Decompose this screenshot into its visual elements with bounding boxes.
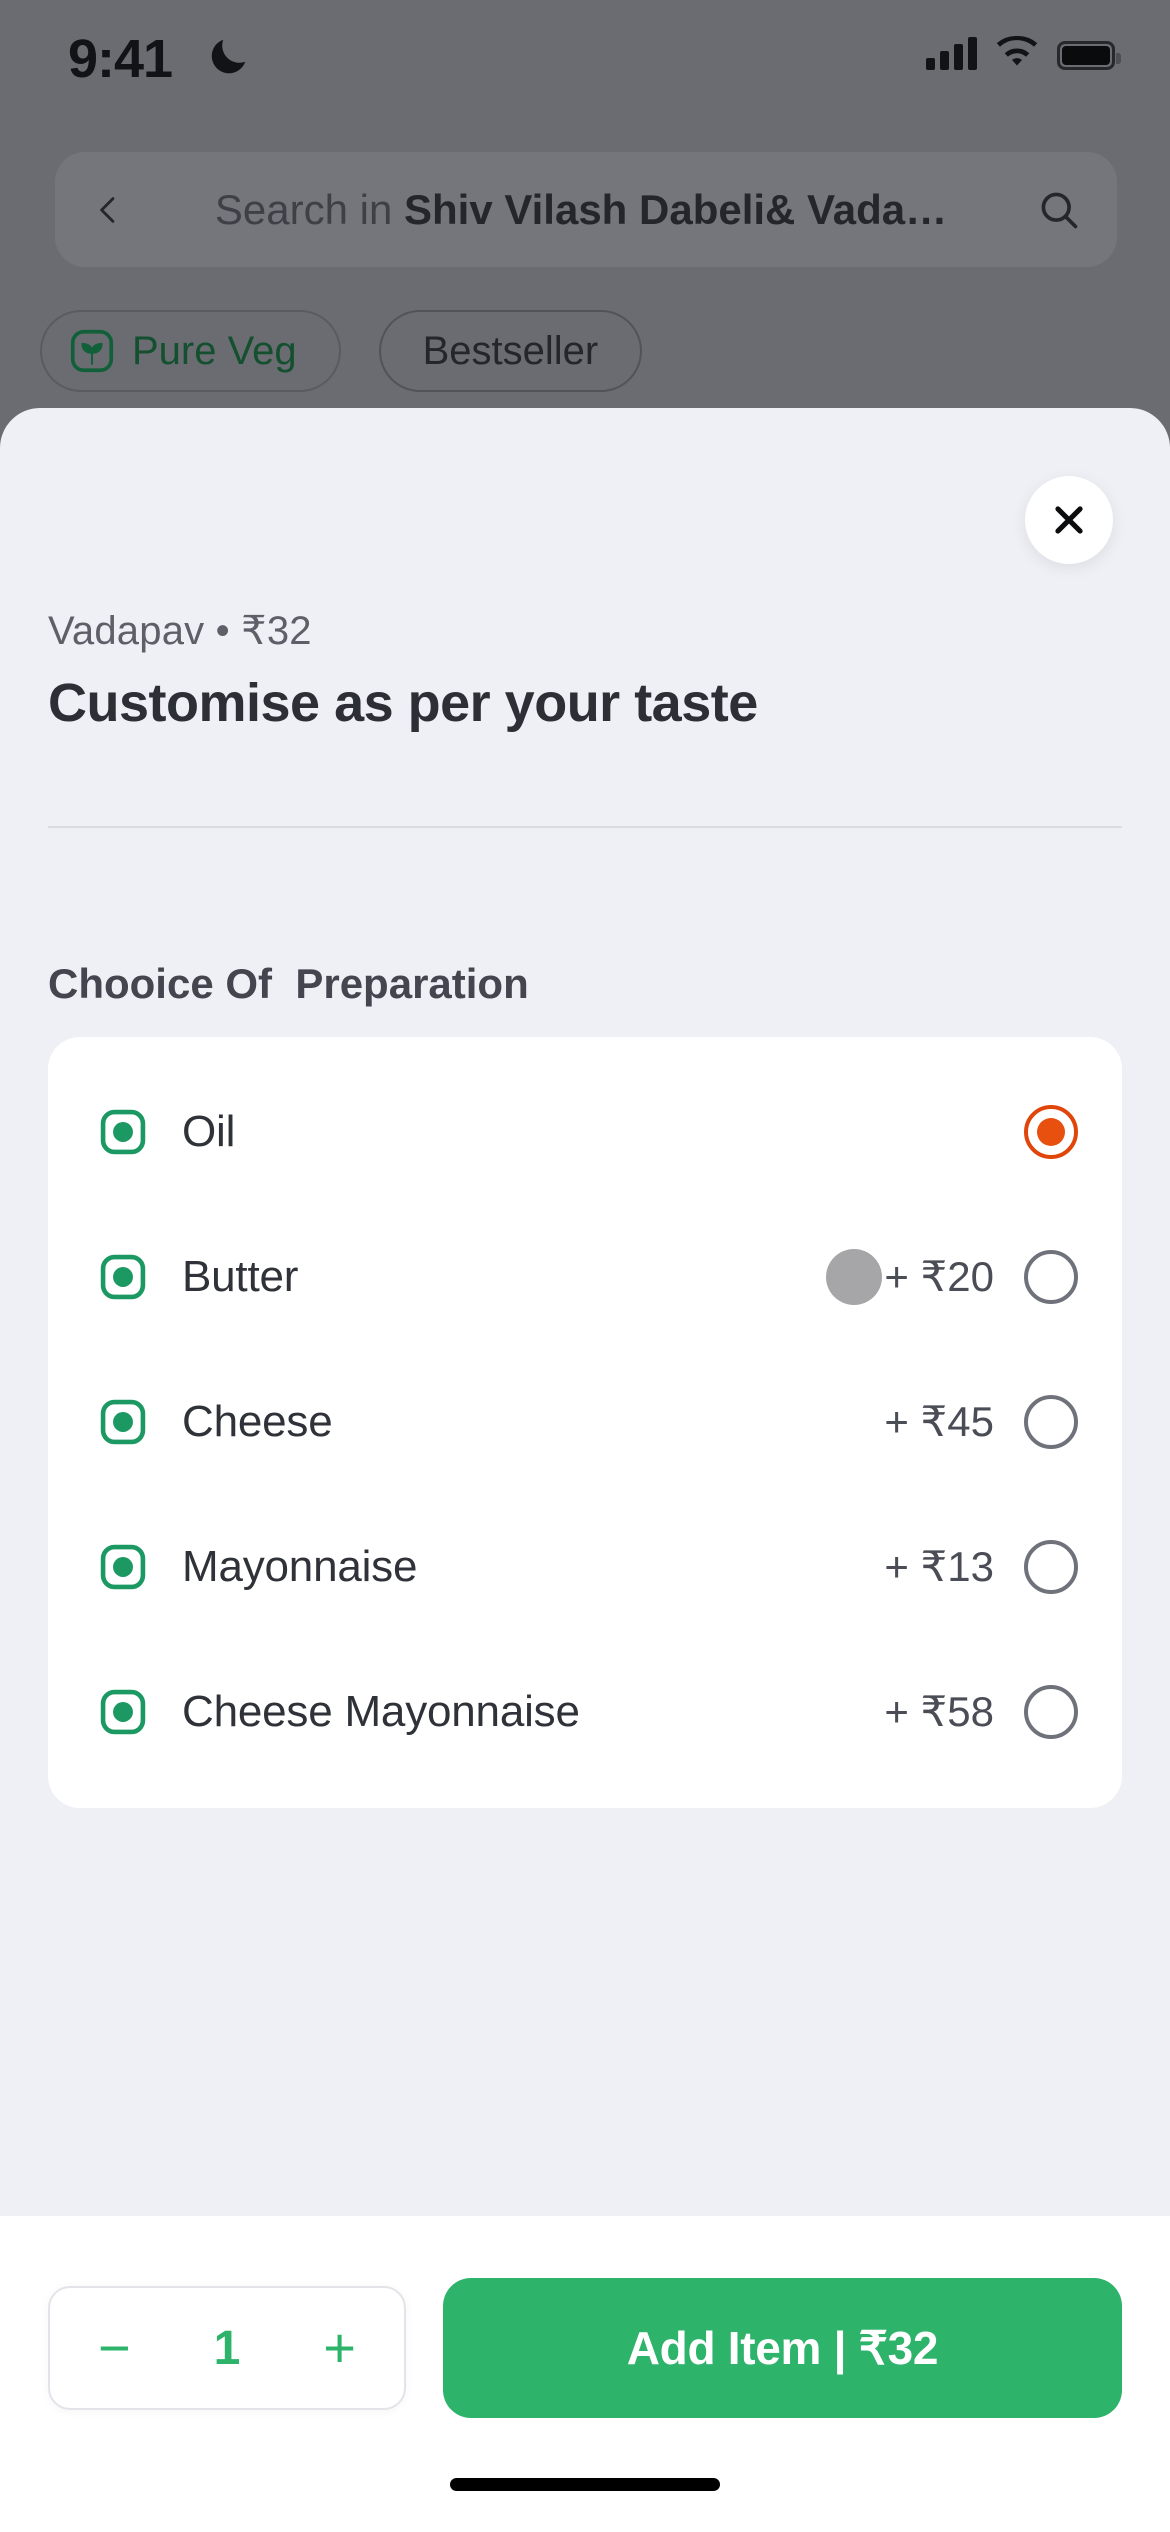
option-radio[interactable] xyxy=(1024,1249,1078,1304)
option-row-oil[interactable]: Oil xyxy=(48,1059,1122,1204)
touch-cursor-indicator xyxy=(826,1248,882,1305)
veg-mark-icon xyxy=(100,1689,146,1734)
option-radio[interactable] xyxy=(1024,1539,1078,1594)
veg-mark-icon xyxy=(100,1254,146,1299)
option-row-cheese[interactable]: Cheese + ₹45 xyxy=(48,1349,1122,1494)
veg-mark-icon xyxy=(100,1544,146,1589)
option-label: Mayonnaise xyxy=(182,1541,418,1591)
filter-chip-bestseller[interactable]: Bestseller xyxy=(378,310,643,392)
filter-chip-pure-veg[interactable]: Pure Veg xyxy=(40,310,341,392)
close-button[interactable] xyxy=(1025,476,1113,564)
option-radio[interactable] xyxy=(1024,1104,1078,1159)
option-price: + ₹58 xyxy=(884,1688,994,1735)
increment-button[interactable]: + xyxy=(323,2320,356,2376)
page-title: Customise as per your taste xyxy=(48,673,758,733)
option-group-title: Chooice Of Preparation xyxy=(48,960,529,1007)
option-row-cheese-mayonnaise[interactable]: Cheese Mayonnaise + ₹58 xyxy=(48,1639,1122,1784)
option-radio[interactable] xyxy=(1024,1684,1078,1739)
quantity-value: 1 xyxy=(213,2321,241,2375)
option-row-mayonnaise[interactable]: Mayonnaise + ₹13 xyxy=(48,1494,1122,1639)
search-bar[interactable]: Search in Shiv Vilash Dabeli& Vada… xyxy=(55,152,1117,267)
cellular-signal-icon xyxy=(926,36,977,70)
chevron-left-icon[interactable] xyxy=(91,193,125,227)
status-bar-icons xyxy=(926,36,1121,70)
option-row-butter[interactable]: Butter + ₹20 xyxy=(48,1204,1122,1349)
home-indicator xyxy=(450,2478,720,2491)
veg-mark-icon xyxy=(100,1399,146,1444)
option-price: + ₹13 xyxy=(884,1543,994,1590)
decrement-button[interactable]: − xyxy=(98,2320,131,2376)
status-bar-time: 9:41 xyxy=(68,29,173,89)
option-label: Cheese xyxy=(182,1396,333,1446)
search-prefix: Search in xyxy=(214,185,404,233)
pure-veg-leaf-icon xyxy=(70,329,114,373)
phone-screen: 9:41 Search in Shiv Vilash Dabeli& Vada… xyxy=(0,0,1170,2532)
quantity-stepper[interactable]: − 1 + xyxy=(48,2286,406,2410)
status-bar: 9:41 xyxy=(0,0,1170,110)
options-card: Oil Butter + ₹20 Cheese + ₹45 Mayonnaise… xyxy=(48,1037,1122,1808)
option-price: + ₹20 xyxy=(884,1253,994,1300)
header-divider xyxy=(48,826,1122,828)
option-label: Oil xyxy=(182,1106,236,1156)
magnifier-icon[interactable] xyxy=(1037,188,1081,232)
moon-icon xyxy=(211,39,246,74)
battery-full-icon xyxy=(1057,41,1121,70)
veg-mark-icon xyxy=(100,1109,146,1154)
option-label: Cheese Mayonnaise xyxy=(182,1686,580,1736)
wifi-icon xyxy=(996,36,1038,66)
filter-chips: Pure Veg Bestseller xyxy=(40,310,643,392)
option-price: + ₹45 xyxy=(884,1398,994,1445)
search-input[interactable]: Search in Shiv Vilash Dabeli& Vada… xyxy=(131,186,1031,234)
option-label: Butter xyxy=(182,1251,299,1301)
search-restaurant-name: Shiv Vilash Dabeli& Vada… xyxy=(404,185,948,233)
filter-chip-label: Pure Veg xyxy=(132,328,297,373)
filter-chip-label: Bestseller xyxy=(422,328,599,373)
item-name-and-price: Vadapav • ₹32 xyxy=(48,609,312,653)
add-item-button[interactable]: Add Item | ₹32 xyxy=(443,2278,1122,2418)
close-x-icon xyxy=(1055,506,1083,534)
option-radio[interactable] xyxy=(1024,1394,1078,1449)
customise-bottom-sheet: Vadapav • ₹32 Customise as per your tast… xyxy=(0,408,1170,2532)
